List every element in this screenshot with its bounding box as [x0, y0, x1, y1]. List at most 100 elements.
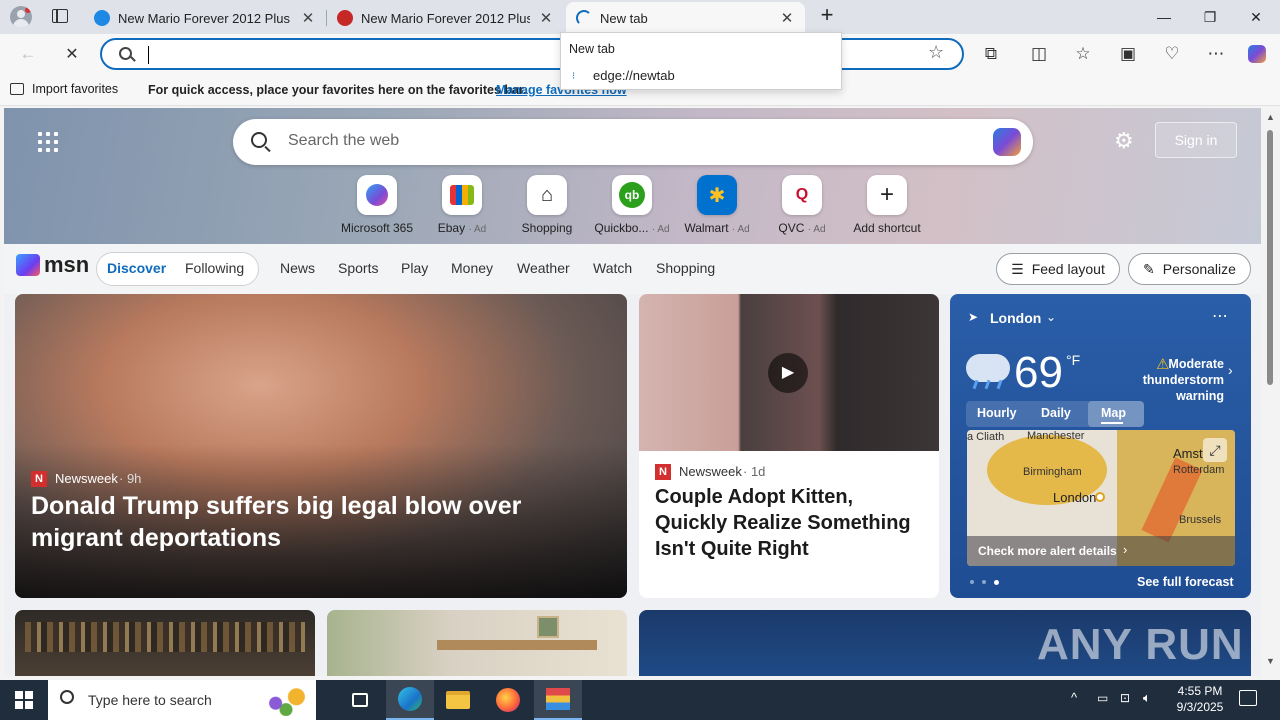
- system-clock[interactable]: 4:55 PM 9/3/2025: [1168, 683, 1232, 715]
- check-more-alert-link[interactable]: Check more alert details: [978, 544, 1117, 558]
- favorites-icon[interactable]: ☆: [1067, 38, 1099, 70]
- copilot-search-icon[interactable]: [993, 128, 1021, 156]
- quicklink-add-shortcut[interactable]: + Add shortcut: [847, 175, 927, 235]
- story-thumbnail-room[interactable]: [327, 610, 627, 676]
- edge-taskbar-icon[interactable]: [386, 680, 434, 720]
- more-options-icon[interactable]: ⋯: [1212, 306, 1228, 326]
- close-tab-icon[interactable]: ✕: [538, 9, 554, 27]
- browser-essentials-icon[interactable]: ♡: [1156, 38, 1188, 70]
- main-story-card[interactable]: N Newsweek · 9h Donald Trump suffers big…: [15, 294, 627, 598]
- expand-map-icon[interactable]: ⤢: [1203, 438, 1227, 462]
- quicklink-label: QVC: [778, 221, 805, 235]
- show-hidden-icons-icon[interactable]: ^: [1071, 690, 1077, 705]
- personalize-button[interactable]: ✎ Personalize: [1128, 253, 1251, 285]
- carousel-dots[interactable]: [970, 580, 999, 585]
- weather-unit[interactable]: °F: [1066, 352, 1080, 368]
- chevron-right-icon[interactable]: ›: [1228, 362, 1233, 378]
- story-headline[interactable]: Couple Adopt Kitten, Quickly Realize Som…: [655, 484, 930, 562]
- close-tab-icon[interactable]: ✕: [300, 9, 316, 27]
- extensions-icon[interactable]: ⧉: [975, 38, 1007, 70]
- address-input[interactable]: [148, 45, 548, 65]
- profile-icon[interactable]: [10, 6, 32, 28]
- quicklink-microsoft365[interactable]: Microsoft 365: [337, 175, 417, 235]
- nav-shopping[interactable]: Shopping: [656, 260, 715, 276]
- weather-map[interactable]: a Cliath Manchester Birmingham London Am…: [967, 430, 1235, 566]
- ad-label: · Ad: [731, 224, 750, 235]
- start-button[interactable]: [0, 680, 48, 720]
- search-icon-handle: [130, 56, 136, 62]
- file-explorer-icon[interactable]: [434, 680, 482, 720]
- story-thumbnail-bar[interactable]: [15, 610, 315, 676]
- tab-actions-icon[interactable]: [52, 9, 68, 23]
- network-icon[interactable]: ⊡: [1120, 691, 1130, 705]
- scroll-thumb[interactable]: [1267, 130, 1273, 385]
- sponsored-video-card[interactable]: ANY RUN: [639, 610, 1251, 676]
- firefox-icon[interactable]: [484, 680, 532, 720]
- import-icon: [10, 83, 24, 95]
- notifications-icon[interactable]: [1239, 690, 1257, 706]
- nav-weather[interactable]: Weather: [517, 260, 570, 276]
- nav-news[interactable]: News: [280, 260, 315, 276]
- kitten-story-card[interactable]: ▶ N Newsweek · 1d Couple Adopt Kitten, Q…: [639, 294, 939, 598]
- taskbar-search-box[interactable]: Type here to search: [48, 680, 316, 720]
- nav-play[interactable]: Play: [401, 260, 428, 276]
- new-tab-button[interactable]: +: [814, 2, 840, 32]
- task-view-icon[interactable]: [336, 680, 384, 720]
- import-favorites-button[interactable]: Import favorites: [10, 82, 118, 96]
- copilot-icon[interactable]: [1241, 38, 1273, 70]
- msn-logo[interactable]: msn: [16, 252, 89, 278]
- weather-card[interactable]: ➤ London ⌄ ⋯ 69 °F ⚠ Moderate thundersto…: [950, 294, 1251, 598]
- more-menu-icon[interactable]: ⋯: [1200, 38, 1232, 70]
- web-search-box[interactable]: Search the web: [233, 119, 1033, 165]
- story-headline[interactable]: Donald Trump suffers big legal blow over…: [31, 490, 601, 554]
- quicklink-quickbooks[interactable]: qb Quickbo... · Ad: [592, 175, 672, 235]
- split-screen-icon[interactable]: ◫: [1023, 38, 1055, 70]
- tab-mario-1[interactable]: New Mario Forever 2012 Plus ✕: [84, 2, 326, 34]
- close-tab-icon[interactable]: ✕: [779, 9, 795, 27]
- game-app-icon[interactable]: [534, 680, 582, 720]
- tab-new-tab[interactable]: New tab ✕: [566, 2, 805, 34]
- clock-date: 9/3/2025: [1176, 700, 1224, 714]
- search-highlight-flowers-icon: [260, 684, 312, 716]
- kitten-video-thumbnail[interactable]: ▶: [639, 294, 939, 451]
- quicklink-shopping[interactable]: ⌂ Shopping: [507, 175, 587, 235]
- see-full-forecast-link[interactable]: See full forecast: [1137, 575, 1234, 589]
- tab-title: New tab: [600, 10, 648, 26]
- nav-sports[interactable]: Sports: [338, 260, 378, 276]
- stop-loading-button[interactable]: ✕: [56, 38, 88, 70]
- nav-money[interactable]: Money: [451, 260, 493, 276]
- minimize-button[interactable]: —: [1141, 0, 1187, 34]
- feed-layout-button[interactable]: ☰ Feed layout: [996, 253, 1120, 285]
- restore-button[interactable]: ❐: [1187, 0, 1233, 34]
- chevron-down-icon[interactable]: ⌄: [1046, 310, 1056, 324]
- weather-alert[interactable]: Moderate thunderstorm warning: [1098, 356, 1224, 404]
- tab-hourly[interactable]: Hourly: [977, 406, 1017, 420]
- weather-city[interactable]: London: [990, 310, 1041, 326]
- nav-watch[interactable]: Watch: [593, 260, 632, 276]
- device-icon[interactable]: ▭: [1097, 691, 1108, 705]
- quicklink-qvc[interactable]: Q QVC · Ad: [762, 175, 842, 235]
- add-favorite-star-icon[interactable]: ☆: [928, 42, 944, 63]
- play-icon[interactable]: ▶: [768, 353, 808, 393]
- suggestion-header: New tab: [569, 42, 615, 56]
- tab-daily[interactable]: Daily: [1041, 406, 1071, 420]
- apps-launcher-icon[interactable]: [38, 132, 58, 152]
- suggestion-item[interactable]: ⁝ edge://newtab: [561, 63, 841, 89]
- scroll-down-icon[interactable]: ▼: [1266, 656, 1275, 666]
- tab-following[interactable]: Following: [185, 260, 244, 276]
- settings-gear-icon[interactable]: ⚙: [1114, 128, 1134, 154]
- tab-map[interactable]: Map: [1101, 406, 1126, 420]
- new-tab-page: Search the web ⚙ Sign in Microsoft 365 E…: [4, 108, 1261, 676]
- back-button[interactable]: ←: [12, 38, 44, 70]
- scroll-up-icon[interactable]: ▲: [1266, 112, 1275, 122]
- tab-discover[interactable]: Discover: [107, 260, 166, 276]
- tab-mario-2[interactable]: New Mario Forever 2012 Plus ✕: [327, 2, 564, 34]
- quicklink-ebay[interactable]: Ebay · Ad: [422, 175, 502, 235]
- collections-icon[interactable]: ▣: [1112, 38, 1144, 70]
- volume-icon[interactable]: 🔈︎: [1143, 690, 1151, 706]
- quicklink-walmart[interactable]: ✱ Walmart · Ad: [677, 175, 757, 235]
- page-scrollbar[interactable]: ▲ ▼: [1261, 108, 1280, 676]
- alert-details-bar[interactable]: Check more alert details ›: [967, 536, 1235, 566]
- close-window-button[interactable]: ✕: [1233, 0, 1279, 34]
- sign-in-button[interactable]: Sign in: [1155, 122, 1237, 158]
